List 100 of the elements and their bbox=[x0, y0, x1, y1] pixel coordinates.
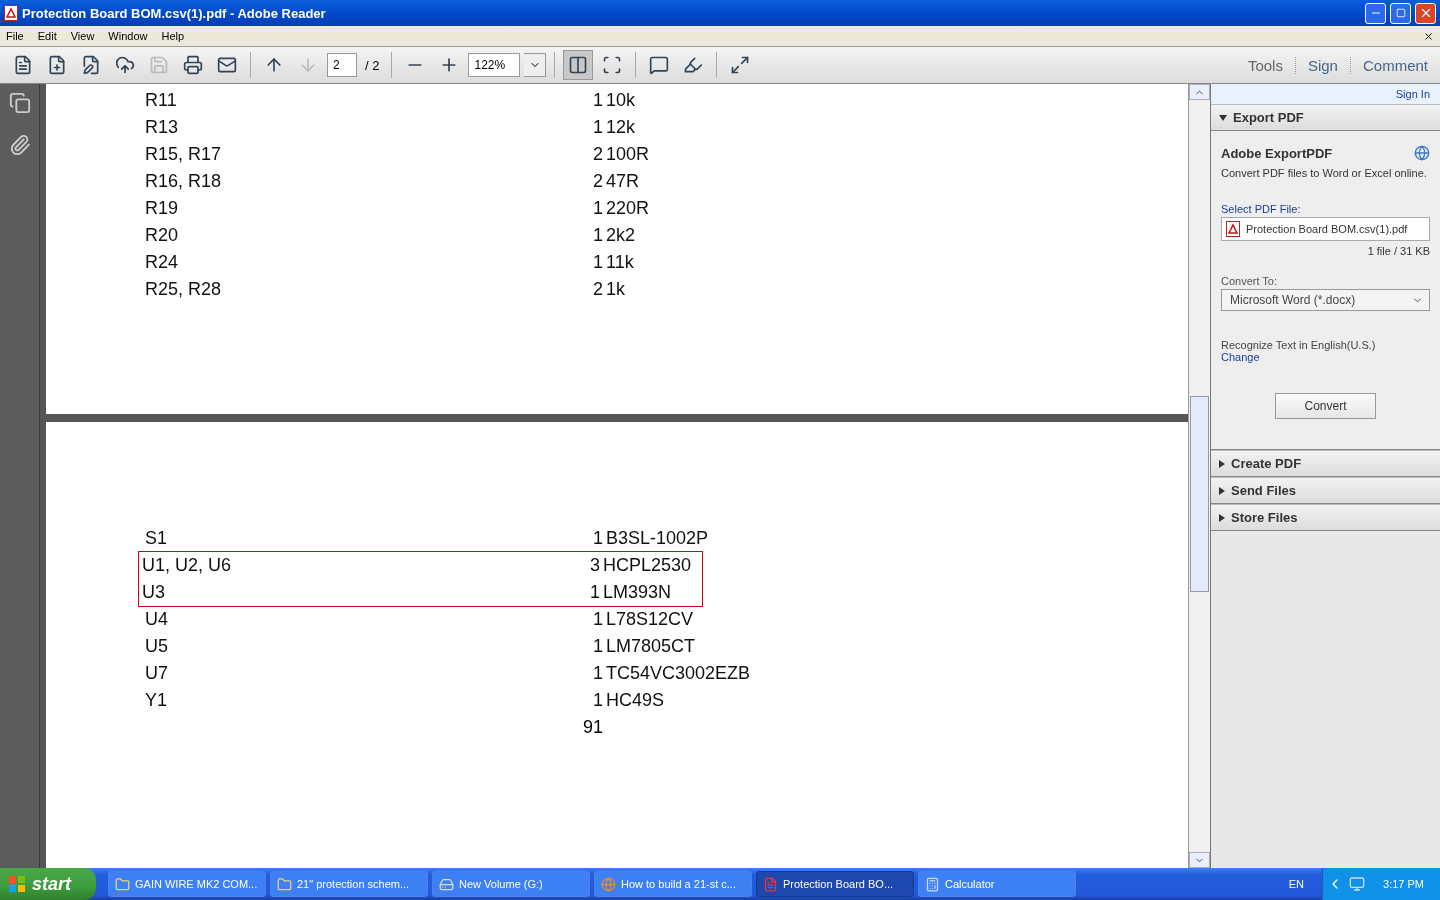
part-value-text: 2k2 bbox=[605, 225, 636, 246]
menu-item[interactable]: Help bbox=[161, 30, 185, 42]
page-number-field[interactable]: 2 bbox=[327, 53, 357, 77]
convert-button[interactable]: Convert bbox=[1275, 393, 1376, 419]
menu-item[interactable]: File bbox=[6, 30, 24, 42]
close-button[interactable] bbox=[1415, 2, 1436, 24]
part-value-text: 11k bbox=[605, 252, 634, 273]
quantity-text: 1 bbox=[593, 636, 603, 657]
designator-text: R15, R17 bbox=[144, 144, 222, 165]
section-header[interactable]: Export PDF bbox=[1211, 104, 1440, 131]
part-value-text: 47R bbox=[605, 171, 640, 192]
menu-item[interactable]: Window bbox=[108, 30, 148, 42]
designator-text: R13 bbox=[144, 117, 179, 138]
part-value-text: 1k bbox=[605, 279, 625, 300]
part-value-text: LM7805CT bbox=[605, 636, 696, 657]
close-document-icon[interactable] bbox=[1423, 30, 1434, 42]
panel-tab[interactable]: Sign bbox=[1294, 56, 1350, 74]
folder-icon bbox=[115, 876, 130, 892]
sign-in-link[interactable]: Sign In bbox=[1211, 84, 1440, 104]
recognize-text: Recognize Text in English(U.S.) bbox=[1221, 339, 1376, 351]
taskbar-item[interactable]: 21" protection schem... bbox=[270, 871, 428, 897]
designator-text: U1, U2, U6 bbox=[141, 555, 232, 576]
clock-text: 3:17 PM bbox=[1383, 878, 1424, 890]
fit-page-icon[interactable] bbox=[563, 50, 594, 80]
designator-text: U3 bbox=[141, 582, 165, 603]
section-header[interactable]: Store Files bbox=[1211, 504, 1440, 531]
restore-icon bbox=[1395, 8, 1406, 18]
taskbar-item[interactable]: How to build a 21-st c... bbox=[594, 871, 752, 897]
section-header[interactable]: Create PDF bbox=[1211, 450, 1440, 477]
quantity-text: 1 bbox=[593, 663, 603, 684]
language-indicator[interactable]: EN bbox=[1288, 878, 1305, 890]
designator-text: R16, R18 bbox=[144, 171, 222, 192]
field-label: Convert To: bbox=[1221, 275, 1278, 287]
designator-text: R20 bbox=[144, 225, 179, 246]
part-value-text: 10k bbox=[605, 90, 636, 111]
pdf-file-icon bbox=[763, 876, 778, 892]
quantity-text: 1 bbox=[593, 252, 603, 273]
file-field[interactable]: Protection Board BOM.csv(1).pdf bbox=[1221, 217, 1430, 241]
restore-button[interactable] bbox=[1390, 2, 1411, 24]
section-title: Adobe ExportPDF bbox=[1221, 145, 1333, 161]
part-value-text: 100R bbox=[605, 144, 650, 165]
drive-icon bbox=[439, 876, 454, 892]
taskbar-item[interactable]: Calculator bbox=[918, 871, 1076, 897]
designator-text: R24 bbox=[144, 252, 179, 273]
quantity-text: 2 bbox=[593, 279, 603, 300]
paperclip-icon[interactable] bbox=[8, 134, 31, 156]
menu-item[interactable]: View bbox=[70, 30, 95, 42]
menu-item[interactable]: Edit bbox=[37, 30, 57, 42]
part-value-text: HCPL2530 bbox=[602, 555, 692, 576]
pages-icon[interactable] bbox=[8, 92, 31, 114]
minimize-button[interactable] bbox=[1365, 2, 1386, 24]
globe-icon bbox=[601, 876, 616, 892]
designator-text: Y1 bbox=[144, 690, 168, 711]
quantity-text: 1 bbox=[593, 609, 603, 630]
folder-icon bbox=[277, 876, 292, 892]
quantity-text: 1 bbox=[593, 90, 603, 111]
part-value-text: L78S12CV bbox=[605, 609, 694, 630]
quantity-text: 2 bbox=[593, 144, 603, 165]
total-text: 91 bbox=[583, 717, 604, 738]
panel-tab[interactable]: Comment bbox=[1349, 56, 1440, 74]
panel-tab[interactable]: Tools bbox=[1235, 56, 1295, 74]
field-label: Select PDF File: bbox=[1221, 203, 1301, 215]
file-info-text: 1 file / 31 KB bbox=[1367, 245, 1430, 257]
dropdown-icon[interactable] bbox=[524, 53, 547, 77]
section-header[interactable]: Send Files bbox=[1211, 477, 1440, 504]
designator-text: U5 bbox=[144, 636, 168, 657]
scrollbar[interactable] bbox=[1188, 84, 1210, 868]
part-value-text: TC54VC3002EZB bbox=[605, 663, 751, 684]
part-value-text: B3SL-1002P bbox=[605, 528, 709, 549]
taskbar-item[interactable]: GAIN WIRE MK2 COM... bbox=[108, 871, 266, 897]
change-link[interactable]: Change bbox=[1221, 351, 1260, 363]
quantity-text: 1 bbox=[590, 582, 600, 603]
designator-text: U4 bbox=[144, 609, 168, 630]
quantity-text: 1 bbox=[593, 528, 603, 549]
designator-text: R25, R28 bbox=[144, 279, 222, 300]
pdf-file-icon bbox=[4, 5, 18, 21]
description-text: Convert PDF files to Word or Excel online. bbox=[1221, 167, 1427, 179]
taskbar-item[interactable]: New Volume (G:) bbox=[432, 871, 590, 897]
quantity-text: 1 bbox=[593, 690, 603, 711]
quantity-text: 1 bbox=[593, 117, 603, 138]
quantity-text: 1 bbox=[593, 198, 603, 219]
calculator-icon bbox=[925, 876, 940, 892]
taskbar-item[interactable]: Protection Board BO... bbox=[756, 871, 914, 897]
part-value-text: LM393N bbox=[602, 582, 672, 603]
scroll-thumb[interactable] bbox=[1190, 396, 1209, 592]
pdf-file-icon bbox=[1226, 221, 1240, 237]
window-title: Protection Board BOM.csv(1).pdf - Adobe Reader bbox=[22, 5, 327, 21]
page-count-text: / 2 bbox=[365, 57, 380, 73]
part-value-text: 12k bbox=[605, 117, 636, 138]
part-value-text: HC49S bbox=[605, 690, 665, 711]
designator-text: U7 bbox=[144, 663, 168, 684]
windows-flag-icon bbox=[8, 875, 26, 893]
designator-text: R19 bbox=[144, 198, 179, 219]
designator-text: R11 bbox=[144, 90, 177, 111]
zoom-field[interactable]: 122% bbox=[468, 53, 521, 77]
part-value-text: 220R bbox=[605, 198, 650, 219]
format-dropdown[interactable]: Microsoft Word (*.docx) bbox=[1221, 289, 1430, 311]
designator-text: S1 bbox=[144, 528, 168, 549]
quantity-text: 2 bbox=[593, 171, 603, 192]
quantity-text: 1 bbox=[593, 225, 603, 246]
